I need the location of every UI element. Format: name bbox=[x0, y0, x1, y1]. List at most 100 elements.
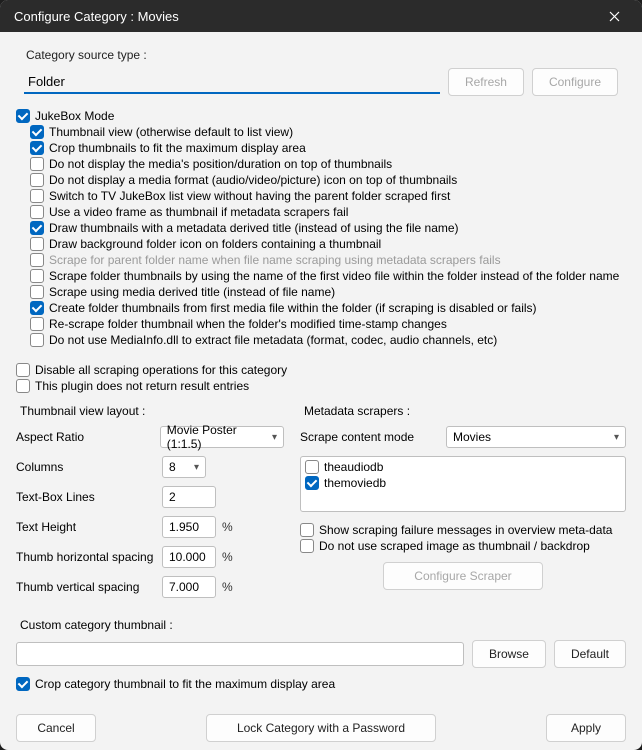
no-backdrop-checkbox[interactable] bbox=[300, 539, 314, 553]
text-height-label: Text Height bbox=[16, 520, 156, 534]
text-height-input[interactable]: 1.950 bbox=[162, 516, 216, 538]
option-checkbox[interactable] bbox=[16, 109, 30, 123]
textbox-lines-label: Text-Box Lines bbox=[16, 490, 156, 504]
scraper-checkbox[interactable] bbox=[305, 460, 319, 474]
option-checkbox[interactable] bbox=[30, 269, 44, 283]
scraper-list[interactable]: theaudiodbthemoviedb bbox=[300, 456, 626, 512]
scrapers-label: Metadata scrapers : bbox=[304, 404, 626, 418]
option-label: Do not display the media's position/dura… bbox=[49, 156, 392, 172]
text-height-value: 1.950 bbox=[169, 520, 199, 534]
option-label: Draw thumbnails with a metadata derived … bbox=[49, 220, 459, 236]
option-label: JukeBox Mode bbox=[35, 108, 114, 124]
thumb-layout-label: Thumbnail view layout : bbox=[20, 404, 284, 418]
option-checkbox[interactable] bbox=[30, 333, 44, 347]
hspacing-input[interactable]: 10.000 bbox=[162, 546, 216, 568]
option-row: This plugin does not return result entri… bbox=[16, 378, 626, 394]
vspacing-label: Thumb vertical spacing bbox=[16, 580, 156, 594]
chevron-down-icon: ▾ bbox=[194, 462, 199, 473]
option-checkbox[interactable] bbox=[30, 125, 44, 139]
option-row: Draw background folder icon on folders c… bbox=[16, 236, 626, 252]
option-row: Switch to TV JukeBox list view without h… bbox=[16, 188, 626, 204]
option-checkbox[interactable] bbox=[30, 221, 44, 235]
vspacing-input[interactable]: 7.000 bbox=[162, 576, 216, 598]
option-label: Do not display a media format (audio/vid… bbox=[49, 172, 457, 188]
apply-button[interactable]: Apply bbox=[546, 714, 626, 742]
custom-thumbnail-group: Custom category thumbnail : Browse Defau… bbox=[16, 618, 626, 692]
cancel-button[interactable]: Cancel bbox=[16, 714, 96, 742]
aspect-ratio-select[interactable]: Movie Poster (1:1.5) ▾ bbox=[160, 426, 284, 448]
close-icon bbox=[609, 11, 620, 22]
option-row: Crop thumbnails to fit the maximum displ… bbox=[16, 140, 626, 156]
scraper-item[interactable]: themoviedb bbox=[305, 475, 621, 491]
percent-label: % bbox=[222, 580, 233, 594]
scrape-mode-label: Scrape content mode bbox=[300, 430, 440, 444]
option-checkbox[interactable] bbox=[30, 317, 44, 331]
secondary-options-list: Disable all scraping operations for this… bbox=[16, 362, 626, 394]
option-checkbox[interactable] bbox=[30, 237, 44, 251]
option-checkbox[interactable] bbox=[30, 141, 44, 155]
scraper-label: theaudiodb bbox=[324, 459, 383, 475]
columns-select[interactable]: 8 ▾ bbox=[162, 456, 206, 478]
option-label: Do not use MediaInfo.dll to extract file… bbox=[49, 332, 497, 348]
option-label: Switch to TV JukeBox list view without h… bbox=[49, 188, 450, 204]
configure-scraper-button[interactable]: Configure Scraper bbox=[383, 562, 543, 590]
window-title: Configure Category : Movies bbox=[14, 9, 596, 24]
option-checkbox[interactable] bbox=[30, 157, 44, 171]
option-row: Re-scrape folder thumbnail when the fold… bbox=[16, 316, 626, 332]
custom-thumb-path-input[interactable] bbox=[16, 642, 464, 666]
option-row: Do not display a media format (audio/vid… bbox=[16, 172, 626, 188]
metadata-scrapers-group: Metadata scrapers : Scrape content mode … bbox=[300, 404, 626, 606]
hspacing-value: 10.000 bbox=[169, 550, 206, 564]
option-label: Crop thumbnails to fit the maximum displ… bbox=[49, 140, 306, 156]
textbox-lines-input[interactable]: 2 bbox=[162, 486, 216, 508]
percent-label: % bbox=[222, 520, 233, 534]
percent-label: % bbox=[222, 550, 233, 564]
option-checkbox[interactable] bbox=[16, 379, 30, 393]
vspacing-value: 7.000 bbox=[169, 580, 199, 594]
option-row: JukeBox Mode bbox=[16, 108, 626, 124]
show-failure-label: Show scraping failure messages in overvi… bbox=[319, 522, 612, 538]
chevron-down-icon: ▾ bbox=[272, 432, 277, 443]
option-label: This plugin does not return result entri… bbox=[35, 378, 249, 394]
default-button[interactable]: Default bbox=[554, 640, 626, 668]
option-row: Scrape using media derived title (instea… bbox=[16, 284, 626, 300]
aspect-ratio-value: Movie Poster (1:1.5) bbox=[167, 423, 266, 451]
hspacing-label: Thumb horizontal spacing bbox=[16, 550, 156, 564]
option-row: Do not display the media's position/dura… bbox=[16, 156, 626, 172]
lock-category-button[interactable]: Lock Category with a Password bbox=[206, 714, 436, 742]
titlebar: Configure Category : Movies bbox=[0, 0, 642, 32]
option-checkbox[interactable] bbox=[30, 301, 44, 315]
option-label: Thumbnail view (otherwise default to lis… bbox=[49, 124, 293, 140]
chevron-down-icon: ▾ bbox=[614, 432, 619, 443]
scraper-checkbox[interactable] bbox=[305, 476, 319, 490]
option-label: Re-scrape folder thumbnail when the fold… bbox=[49, 316, 447, 332]
close-button[interactable] bbox=[596, 0, 632, 32]
custom-thumb-label: Custom category thumbnail : bbox=[20, 618, 626, 632]
browse-button[interactable]: Browse bbox=[472, 640, 546, 668]
option-label: Scrape folder thumbnails by using the na… bbox=[49, 268, 619, 284]
option-row: Draw thumbnails with a metadata derived … bbox=[16, 220, 626, 236]
no-backdrop-label: Do not use scraped image as thumbnail / … bbox=[319, 538, 590, 554]
scrape-mode-select[interactable]: Movies ▾ bbox=[446, 426, 626, 448]
option-checkbox[interactable] bbox=[30, 285, 44, 299]
configure-button[interactable]: Configure bbox=[532, 68, 618, 96]
source-type-input[interactable] bbox=[24, 70, 440, 94]
show-failure-checkbox[interactable] bbox=[300, 523, 314, 537]
refresh-button[interactable]: Refresh bbox=[448, 68, 524, 96]
option-checkbox[interactable] bbox=[30, 205, 44, 219]
option-label: Scrape using media derived title (instea… bbox=[49, 284, 335, 300]
option-checkbox bbox=[30, 253, 44, 267]
option-label: Create folder thumbnails from first medi… bbox=[49, 300, 537, 316]
scraper-item[interactable]: theaudiodb bbox=[305, 459, 621, 475]
option-label: Disable all scraping operations for this… bbox=[35, 362, 287, 378]
option-checkbox[interactable] bbox=[30, 189, 44, 203]
scraper-label: themoviedb bbox=[324, 475, 386, 491]
option-checkbox[interactable] bbox=[30, 173, 44, 187]
crop-custom-label: Crop category thumbnail to fit the maxim… bbox=[35, 676, 335, 692]
option-row: Thumbnail view (otherwise default to lis… bbox=[16, 124, 626, 140]
thumbnail-layout-group: Thumbnail view layout : Aspect Ratio Mov… bbox=[16, 404, 284, 606]
option-row: Do not use MediaInfo.dll to extract file… bbox=[16, 332, 626, 348]
option-checkbox[interactable] bbox=[16, 363, 30, 377]
crop-custom-checkbox[interactable] bbox=[16, 677, 30, 691]
option-label: Scrape for parent folder name when file … bbox=[49, 252, 501, 268]
